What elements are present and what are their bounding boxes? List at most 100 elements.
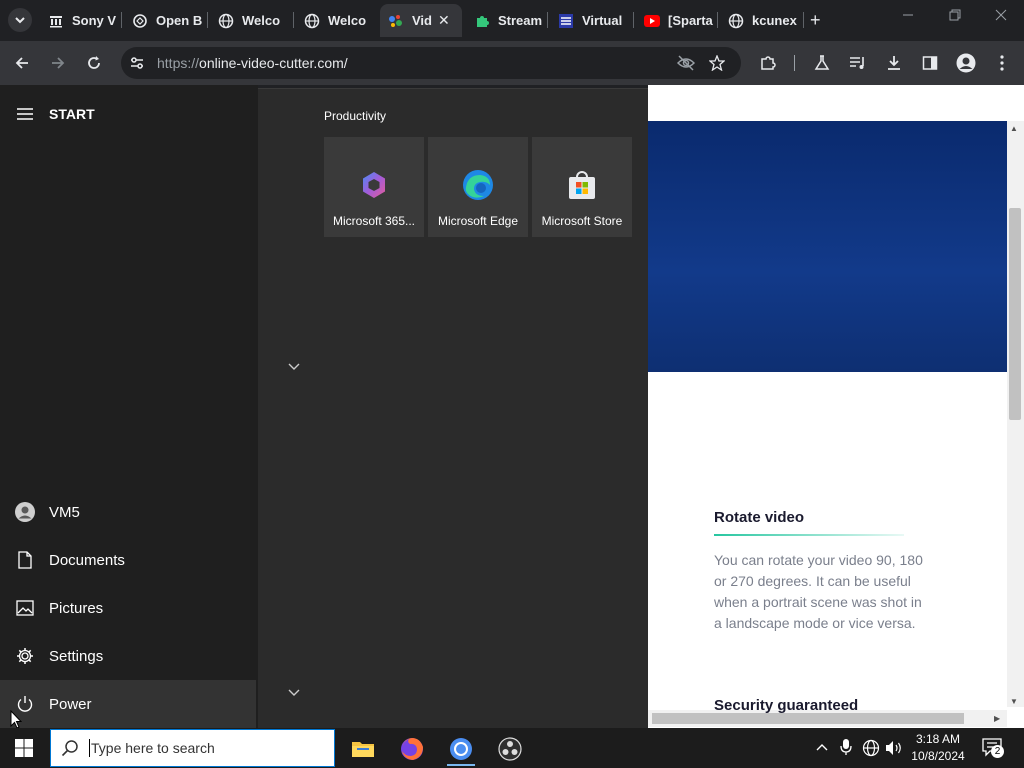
tab-search-button[interactable] bbox=[8, 8, 32, 32]
chevron-down-icon[interactable] bbox=[288, 358, 300, 376]
tile-group-label: Productivity bbox=[324, 109, 387, 123]
eye-off-icon[interactable] bbox=[676, 55, 696, 76]
tab-sony[interactable]: Sony V bbox=[40, 4, 120, 37]
tab-label: Sony V bbox=[72, 13, 117, 28]
restore-icon bbox=[949, 9, 961, 21]
tab-strip: Sony V Open B Welco Welco Vid ✕ Stream V… bbox=[0, 0, 1024, 41]
globe-icon bbox=[304, 13, 320, 29]
start-menu-header[interactable]: START bbox=[16, 106, 95, 122]
search-icon bbox=[61, 739, 79, 757]
microphone-icon[interactable] bbox=[840, 738, 852, 759]
downloads-button[interactable] bbox=[882, 51, 906, 75]
windows-start-button[interactable] bbox=[0, 728, 48, 768]
address-bar[interactable]: https://online-video-cutter.com/ bbox=[121, 47, 741, 79]
reload-icon bbox=[88, 56, 100, 69]
hamburger-menu-icon bbox=[17, 108, 33, 120]
taskbar-search-box[interactable]: Type here to search bbox=[50, 729, 335, 767]
tab-stream[interactable]: Stream bbox=[466, 4, 548, 37]
clock-date: 10/8/2024 bbox=[911, 749, 965, 763]
start-item-power[interactable]: Power bbox=[0, 680, 256, 728]
download-icon bbox=[888, 56, 900, 70]
avatar-icon bbox=[956, 53, 976, 73]
chevron-down-icon bbox=[15, 17, 25, 24]
new-tab-button[interactable]: + bbox=[810, 10, 821, 31]
scroll-down-arrow-icon[interactable]: ▼ bbox=[1010, 697, 1018, 706]
chrome-icon bbox=[450, 738, 472, 760]
tab-welcome-2[interactable]: Welco bbox=[296, 4, 380, 37]
horizontal-scrollbar-thumb[interactable] bbox=[652, 713, 964, 724]
close-window-button[interactable] bbox=[986, 8, 1016, 24]
tile-microsoft-store[interactable]: Microsoft Store bbox=[532, 137, 632, 237]
minimize-button[interactable] bbox=[893, 8, 923, 24]
restore-button[interactable] bbox=[940, 8, 970, 24]
tab-kcunex[interactable]: kcunex bbox=[720, 4, 802, 37]
search-placeholder: Type here to search bbox=[91, 740, 215, 756]
user-name: VM5 bbox=[49, 503, 80, 521]
tab-welcome-1[interactable]: Welco bbox=[210, 4, 294, 37]
chevron-down-icon[interactable] bbox=[288, 684, 300, 702]
tile-label: Microsoft Store bbox=[541, 214, 623, 228]
taskbar-firefox[interactable] bbox=[394, 732, 430, 766]
tab-virtual[interactable]: Virtual bbox=[550, 4, 634, 37]
tab-label: Vid bbox=[412, 13, 432, 28]
menu-item-label: Documents bbox=[49, 551, 125, 569]
tab-video-active[interactable]: Vid ✕ bbox=[380, 4, 462, 37]
start-user-account[interactable]: VM5 bbox=[0, 488, 256, 536]
taskbar-obs[interactable] bbox=[492, 732, 528, 766]
taskbar-file-explorer[interactable] bbox=[345, 732, 381, 766]
user-avatar-icon bbox=[15, 502, 35, 522]
tab-label: kcunex bbox=[752, 13, 797, 28]
start-item-settings[interactable]: Settings bbox=[0, 632, 256, 680]
url-text: https://online-video-cutter.com/ bbox=[157, 55, 348, 71]
playlist-music-icon bbox=[850, 57, 864, 69]
close-tab-icon[interactable]: ✕ bbox=[438, 12, 450, 29]
tab-youtube[interactable]: [Sparta bbox=[636, 4, 718, 37]
menu-item-label: Settings bbox=[49, 647, 104, 665]
close-icon bbox=[995, 9, 1007, 21]
arrow-left-icon bbox=[15, 57, 28, 69]
security-heading: Security guaranteed bbox=[714, 697, 859, 714]
back-button[interactable] bbox=[10, 51, 34, 75]
forward-button[interactable] bbox=[46, 51, 70, 75]
tab-label: Open B bbox=[156, 13, 203, 28]
media-button[interactable] bbox=[846, 51, 870, 75]
side-panel-icon bbox=[922, 56, 938, 70]
start-item-pictures[interactable]: Pictures bbox=[0, 584, 256, 632]
clock-time: 3:18 AM bbox=[915, 732, 961, 746]
browser-toolbar: https://online-video-cutter.com/ bbox=[0, 41, 1024, 85]
microsoft-store-icon bbox=[569, 171, 595, 199]
puzzle-icon bbox=[474, 13, 490, 29]
site-info-icon[interactable] bbox=[129, 55, 145, 76]
notifications-button[interactable]: 2 bbox=[982, 738, 1004, 763]
tile-microsoft-365[interactable]: Microsoft 365... bbox=[324, 137, 424, 237]
taskbar-chrome[interactable] bbox=[443, 732, 479, 766]
start-item-documents[interactable]: Documents bbox=[0, 536, 256, 584]
labs-button[interactable] bbox=[810, 51, 834, 75]
puzzle-icon bbox=[761, 56, 776, 70]
taskbar-clock[interactable]: 3:18 AM 10/8/2024 bbox=[900, 731, 976, 765]
extensions-button[interactable] bbox=[756, 51, 780, 75]
star-icon[interactable] bbox=[708, 54, 726, 76]
scroll-right-arrow-icon[interactable]: ▶ bbox=[994, 714, 1000, 723]
show-hidden-icons-button[interactable] bbox=[816, 738, 828, 754]
picture-icon bbox=[15, 598, 35, 618]
network-globe-icon[interactable] bbox=[862, 739, 880, 760]
side-panel-button[interactable] bbox=[918, 51, 942, 75]
minimize-icon bbox=[903, 14, 913, 16]
reload-button[interactable] bbox=[82, 51, 106, 75]
page-scrollbar-thumb[interactable] bbox=[1009, 208, 1021, 420]
tab-label: Welco bbox=[242, 13, 281, 28]
document-icon bbox=[15, 550, 35, 570]
youtube-icon bbox=[644, 13, 660, 29]
scroll-up-arrow-icon[interactable]: ▲ bbox=[1010, 124, 1018, 133]
globe-icon bbox=[728, 13, 744, 29]
notification-count-badge: 2 bbox=[991, 745, 1004, 758]
tab-open[interactable]: Open B bbox=[124, 4, 210, 37]
menu-item-label: Power bbox=[49, 695, 92, 713]
chevron-up-icon bbox=[816, 744, 828, 751]
tile-microsoft-edge[interactable]: Microsoft Edge bbox=[428, 137, 528, 237]
tile-label: Microsoft Edge bbox=[437, 214, 519, 228]
profile-button[interactable] bbox=[954, 51, 978, 75]
menu-button[interactable] bbox=[990, 51, 1014, 75]
obs-icon bbox=[498, 737, 522, 761]
